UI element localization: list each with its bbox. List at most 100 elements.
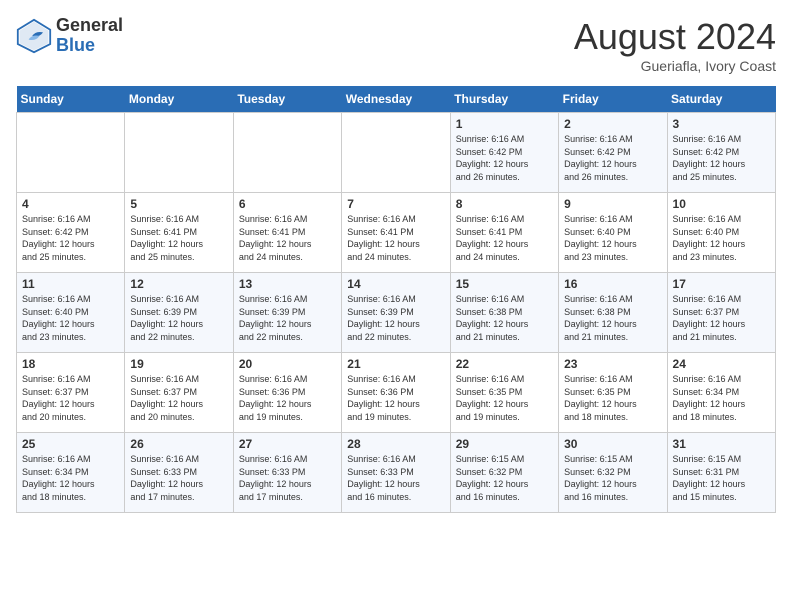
calendar-cell: 8 Sunrise: 6:16 AM Sunset: 6:41 PM Daylig… <box>450 193 558 273</box>
day-number: 1 <box>456 117 553 131</box>
day-info: Sunrise: 6:16 AM Sunset: 6:41 PM Dayligh… <box>130 213 227 263</box>
day-number: 8 <box>456 197 553 211</box>
day-number: 19 <box>130 357 227 371</box>
day-info: Sunrise: 6:16 AM Sunset: 6:34 PM Dayligh… <box>673 373 770 423</box>
day-number: 5 <box>130 197 227 211</box>
day-number: 22 <box>456 357 553 371</box>
calendar-cell: 16 Sunrise: 6:16 AM Sunset: 6:38 PM Dayli… <box>559 273 667 353</box>
day-number: 27 <box>239 437 336 451</box>
calendar-cell: 7 Sunrise: 6:16 AM Sunset: 6:41 PM Daylig… <box>342 193 450 273</box>
logo-icon <box>16 18 52 54</box>
day-info: Sunrise: 6:16 AM Sunset: 6:40 PM Dayligh… <box>673 213 770 263</box>
day-info: Sunrise: 6:16 AM Sunset: 6:33 PM Dayligh… <box>239 453 336 503</box>
day-info: Sunrise: 6:16 AM Sunset: 6:37 PM Dayligh… <box>130 373 227 423</box>
day-info: Sunrise: 6:16 AM Sunset: 6:41 PM Dayligh… <box>347 213 444 263</box>
calendar-cell: 17 Sunrise: 6:16 AM Sunset: 6:37 PM Dayli… <box>667 273 775 353</box>
header-day-friday: Friday <box>559 86 667 113</box>
day-number: 14 <box>347 277 444 291</box>
day-info: Sunrise: 6:16 AM Sunset: 6:42 PM Dayligh… <box>456 133 553 183</box>
day-number: 6 <box>239 197 336 211</box>
day-info: Sunrise: 6:15 AM Sunset: 6:31 PM Dayligh… <box>673 453 770 503</box>
day-info: Sunrise: 6:16 AM Sunset: 6:34 PM Dayligh… <box>22 453 119 503</box>
calendar-cell <box>342 113 450 193</box>
day-info: Sunrise: 6:16 AM Sunset: 6:39 PM Dayligh… <box>130 293 227 343</box>
logo-text: General Blue <box>56 16 123 56</box>
calendar-cell: 3 Sunrise: 6:16 AM Sunset: 6:42 PM Daylig… <box>667 113 775 193</box>
title-area: August 2024 Gueriafla, Ivory Coast <box>574 16 776 74</box>
week-row-4: 18 Sunrise: 6:16 AM Sunset: 6:37 PM Dayli… <box>17 353 776 433</box>
page-header: General Blue August 2024 Gueriafla, Ivor… <box>16 16 776 74</box>
day-info: Sunrise: 6:16 AM Sunset: 6:33 PM Dayligh… <box>130 453 227 503</box>
day-number: 28 <box>347 437 444 451</box>
day-info: Sunrise: 6:16 AM Sunset: 6:42 PM Dayligh… <box>673 133 770 183</box>
week-row-3: 11 Sunrise: 6:16 AM Sunset: 6:40 PM Dayli… <box>17 273 776 353</box>
calendar-cell: 21 Sunrise: 6:16 AM Sunset: 6:36 PM Dayli… <box>342 353 450 433</box>
calendar-table: SundayMondayTuesdayWednesdayThursdayFrid… <box>16 86 776 513</box>
calendar-cell: 1 Sunrise: 6:16 AM Sunset: 6:42 PM Daylig… <box>450 113 558 193</box>
day-number: 15 <box>456 277 553 291</box>
day-number: 20 <box>239 357 336 371</box>
day-number: 17 <box>673 277 770 291</box>
header-day-monday: Monday <box>125 86 233 113</box>
day-number: 12 <box>130 277 227 291</box>
day-info: Sunrise: 6:16 AM Sunset: 6:41 PM Dayligh… <box>456 213 553 263</box>
header-day-wednesday: Wednesday <box>342 86 450 113</box>
header-day-tuesday: Tuesday <box>233 86 341 113</box>
day-number: 3 <box>673 117 770 131</box>
day-number: 30 <box>564 437 661 451</box>
header-day-sunday: Sunday <box>17 86 125 113</box>
week-row-2: 4Sunrise: 6:16 AM Sunset: 6:42 PM Daylig… <box>17 193 776 273</box>
day-info: Sunrise: 6:16 AM Sunset: 6:35 PM Dayligh… <box>564 373 661 423</box>
day-info: Sunrise: 6:15 AM Sunset: 6:32 PM Dayligh… <box>564 453 661 503</box>
calendar-header: SundayMondayTuesdayWednesdayThursdayFrid… <box>17 86 776 113</box>
calendar-cell: 11 Sunrise: 6:16 AM Sunset: 6:40 PM Dayli… <box>17 273 125 353</box>
day-info: Sunrise: 6:16 AM Sunset: 6:36 PM Dayligh… <box>347 373 444 423</box>
calendar-cell: 31Sunrise: 6:15 AM Sunset: 6:31 PM Dayli… <box>667 433 775 513</box>
logo: General Blue <box>16 16 123 56</box>
calendar-cell <box>17 113 125 193</box>
day-info: Sunrise: 6:15 AM Sunset: 6:32 PM Dayligh… <box>456 453 553 503</box>
day-info: Sunrise: 6:16 AM Sunset: 6:35 PM Dayligh… <box>456 373 553 423</box>
day-number: 13 <box>239 277 336 291</box>
calendar-cell: 14 Sunrise: 6:16 AM Sunset: 6:39 PM Dayli… <box>342 273 450 353</box>
day-number: 7 <box>347 197 444 211</box>
calendar-cell: 18Sunrise: 6:16 AM Sunset: 6:37 PM Dayli… <box>17 353 125 433</box>
calendar-cell: 24 Sunrise: 6:16 AM Sunset: 6:34 PM Dayli… <box>667 353 775 433</box>
day-number: 18 <box>22 357 119 371</box>
day-number: 23 <box>564 357 661 371</box>
calendar-cell: 28 Sunrise: 6:16 AM Sunset: 6:33 PM Dayli… <box>342 433 450 513</box>
day-info: Sunrise: 6:16 AM Sunset: 6:38 PM Dayligh… <box>564 293 661 343</box>
day-info: Sunrise: 6:16 AM Sunset: 6:42 PM Dayligh… <box>22 213 119 263</box>
day-info: Sunrise: 6:16 AM Sunset: 6:39 PM Dayligh… <box>239 293 336 343</box>
day-info: Sunrise: 6:16 AM Sunset: 6:37 PM Dayligh… <box>673 293 770 343</box>
calendar-cell: 30 Sunrise: 6:15 AM Sunset: 6:32 PM Dayli… <box>559 433 667 513</box>
calendar-cell: 27 Sunrise: 6:16 AM Sunset: 6:33 PM Dayli… <box>233 433 341 513</box>
day-number: 16 <box>564 277 661 291</box>
day-number: 26 <box>130 437 227 451</box>
calendar-cell: 23 Sunrise: 6:16 AM Sunset: 6:35 PM Dayli… <box>559 353 667 433</box>
logo-general-text: General <box>56 15 123 35</box>
calendar-cell: 5 Sunrise: 6:16 AM Sunset: 6:41 PM Daylig… <box>125 193 233 273</box>
day-info: Sunrise: 6:16 AM Sunset: 6:39 PM Dayligh… <box>347 293 444 343</box>
calendar-cell: 25 Sunrise: 6:16 AM Sunset: 6:34 PM Dayli… <box>17 433 125 513</box>
calendar-cell: 9Sunrise: 6:16 AM Sunset: 6:40 PM Daylig… <box>559 193 667 273</box>
logo-blue-text: Blue <box>56 35 95 55</box>
day-info: Sunrise: 6:16 AM Sunset: 6:40 PM Dayligh… <box>564 213 661 263</box>
header-day-saturday: Saturday <box>667 86 775 113</box>
day-number: 25 <box>22 437 119 451</box>
calendar-cell <box>125 113 233 193</box>
day-number: 2 <box>564 117 661 131</box>
calendar-cell: 15Sunrise: 6:16 AM Sunset: 6:38 PM Dayli… <box>450 273 558 353</box>
day-number: 21 <box>347 357 444 371</box>
day-number: 29 <box>456 437 553 451</box>
day-info: Sunrise: 6:16 AM Sunset: 6:33 PM Dayligh… <box>347 453 444 503</box>
day-number: 11 <box>22 277 119 291</box>
header-day-thursday: Thursday <box>450 86 558 113</box>
day-info: Sunrise: 6:16 AM Sunset: 6:40 PM Dayligh… <box>22 293 119 343</box>
week-row-1: 1 Sunrise: 6:16 AM Sunset: 6:42 PM Daylig… <box>17 113 776 193</box>
month-year-title: August 2024 <box>574 16 776 58</box>
calendar-cell: 12 Sunrise: 6:16 AM Sunset: 6:39 PM Dayli… <box>125 273 233 353</box>
day-number: 10 <box>673 197 770 211</box>
calendar-cell: 2Sunrise: 6:16 AM Sunset: 6:42 PM Daylig… <box>559 113 667 193</box>
day-number: 24 <box>673 357 770 371</box>
